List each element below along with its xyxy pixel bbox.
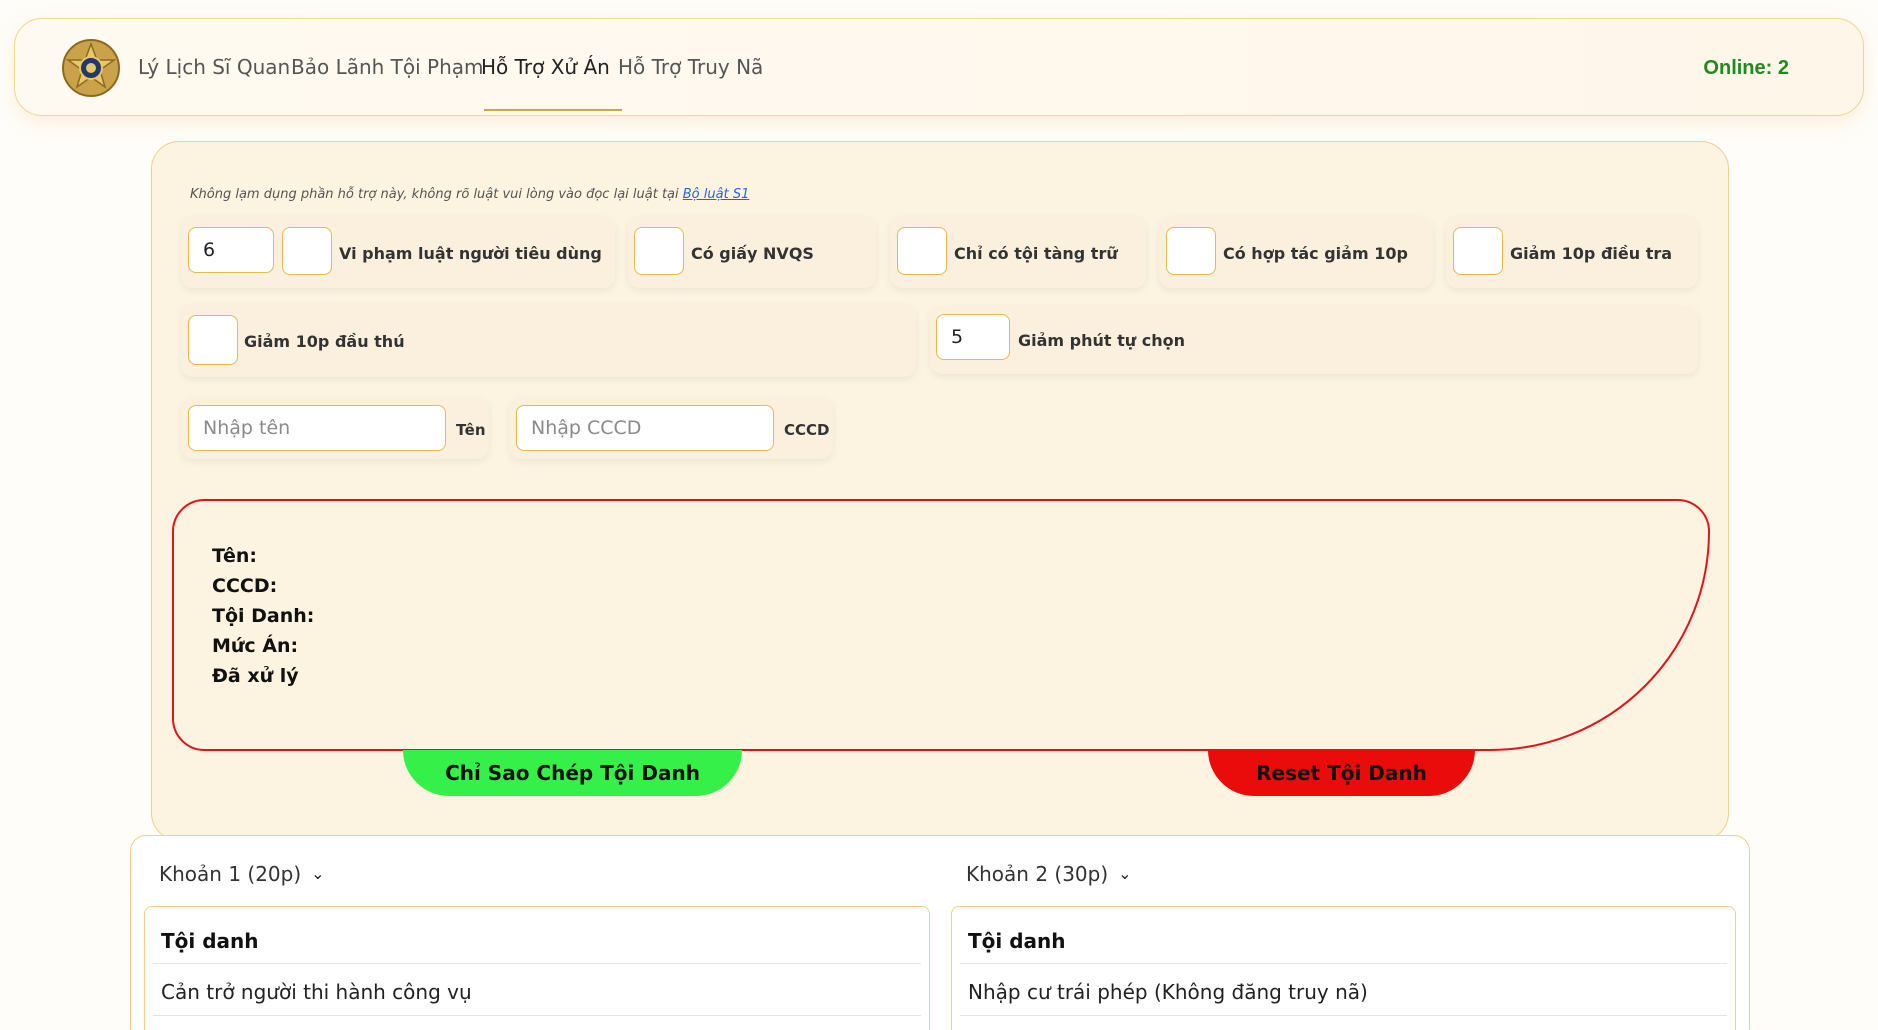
option-possession: Chỉ có tội tàng trữ [890, 216, 1146, 288]
charges-table-khoan-2: Tội danh Nhập cư trái phép (Không đăng t… [951, 906, 1736, 1030]
chevron-down-icon: ⌄ [1118, 864, 1132, 883]
possession-checkbox[interactable] [897, 227, 947, 275]
cccd-input[interactable]: Nhập CCCD [516, 405, 774, 451]
investigation-label: Giảm 10p điều tra [1510, 244, 1673, 263]
nav-ho-tro-xu-an[interactable]: Hỗ Trợ Xử Án [481, 55, 610, 79]
law-link[interactable]: Bộ luật S1 [683, 187, 750, 202]
consumer-label: Vi phạm luật người tiêu dùng [339, 244, 602, 263]
surrender-label: Giảm 10p đầu thú [244, 332, 405, 351]
top-navbar: Lý Lịch Sĩ Quan Bảo Lãnh Tội Phạm Hỗ Trợ… [14, 18, 1864, 116]
table-divider [153, 1015, 921, 1016]
cooperate-label: Có hợp tác giảm 10p [1223, 244, 1408, 263]
cccd-label: CCCD [784, 421, 830, 439]
result-box [172, 499, 1710, 751]
result-sentence: Mức Án: [212, 635, 299, 657]
law-notice-text: Không lạm dụng phần hỗ trợ này, không rõ… [190, 187, 683, 202]
result-cccd: CCCD: [212, 575, 278, 597]
nav-ly-lich-si-quan[interactable]: Lý Lịch Sĩ Quan [138, 55, 290, 79]
table-row[interactable]: Cản trở người thi hành công vụ [161, 980, 472, 1004]
chevron-down-icon: ⌄ [311, 864, 325, 883]
name-label: Tên [456, 421, 486, 439]
option-surrender: Giảm 10p đầu thú [181, 304, 916, 377]
table-header: Tội danh [161, 929, 259, 953]
nvqs-label: Có giấy NVQS [691, 244, 814, 263]
section-title-khoan-1: Khoản 1 (20p) [159, 862, 302, 886]
option-consumer-law: 6 Vi phạm luật người tiêu dùng [181, 216, 615, 288]
custom-minutes-input[interactable]: 5 [936, 314, 1010, 360]
surrender-checkbox[interactable] [188, 315, 238, 365]
table-header: Tội danh [968, 929, 1066, 953]
nav-bao-lanh-toi-pham[interactable]: Bảo Lãnh Tội Phạm [291, 55, 484, 79]
option-investigation: Giảm 10p điều tra [1446, 216, 1698, 288]
result-name: Tên: [212, 545, 258, 567]
table-row[interactable]: Nhập cư trái phép (Không đăng truy nã) [968, 980, 1368, 1004]
result-charges: Tội Danh: [212, 605, 315, 627]
law-notice: Không lạm dụng phần hỗ trợ này, không rõ… [190, 187, 749, 202]
copy-charges-button[interactable]: Chỉ Sao Chép Tội Danh [403, 750, 742, 796]
police-badge-logo[interactable] [61, 38, 121, 98]
custom-minutes-label: Giảm phút tự chọn [1018, 331, 1185, 350]
table-divider [960, 963, 1727, 964]
consumer-checkbox[interactable] [282, 227, 332, 275]
table-divider [153, 963, 921, 964]
cccd-field-group: Nhập CCCD CCCD [509, 397, 833, 459]
section-title-khoan-2: Khoản 2 (30p) [966, 862, 1109, 886]
cooperate-checkbox[interactable] [1166, 227, 1216, 275]
table-divider [960, 1015, 1727, 1016]
charges-table-khoan-1: Tội danh Cản trở người thi hành công vụ [144, 906, 930, 1030]
section-toggle-khoan-1[interactable]: Khoản 1 (20p) ⌄ [159, 862, 325, 886]
possession-label: Chỉ có tội tàng trữ [954, 244, 1118, 263]
reset-charges-button[interactable]: Reset Tội Danh [1208, 750, 1475, 796]
investigation-checkbox[interactable] [1453, 227, 1503, 275]
nav-ho-tro-truy-na[interactable]: Hỗ Trợ Truy Nã [618, 55, 763, 79]
section-toggle-khoan-2[interactable]: Khoản 2 (30p) ⌄ [966, 862, 1132, 886]
consumer-count-input[interactable]: 6 [188, 227, 274, 273]
option-custom-minutes: 5 Giảm phút tự chọn [930, 306, 1698, 374]
result-handled: Đã xử lý [212, 665, 299, 687]
online-count: Online: 2 [1703, 57, 1789, 79]
active-tab-underline [484, 109, 622, 111]
name-input[interactable]: Nhập tên [188, 405, 446, 451]
option-nvqs: Có giấy NVQS [628, 216, 876, 288]
name-field-group: Nhập tên Tên [181, 397, 489, 459]
nvqs-checkbox[interactable] [634, 227, 684, 275]
option-cooperate: Có hợp tác giảm 10p [1159, 216, 1433, 288]
